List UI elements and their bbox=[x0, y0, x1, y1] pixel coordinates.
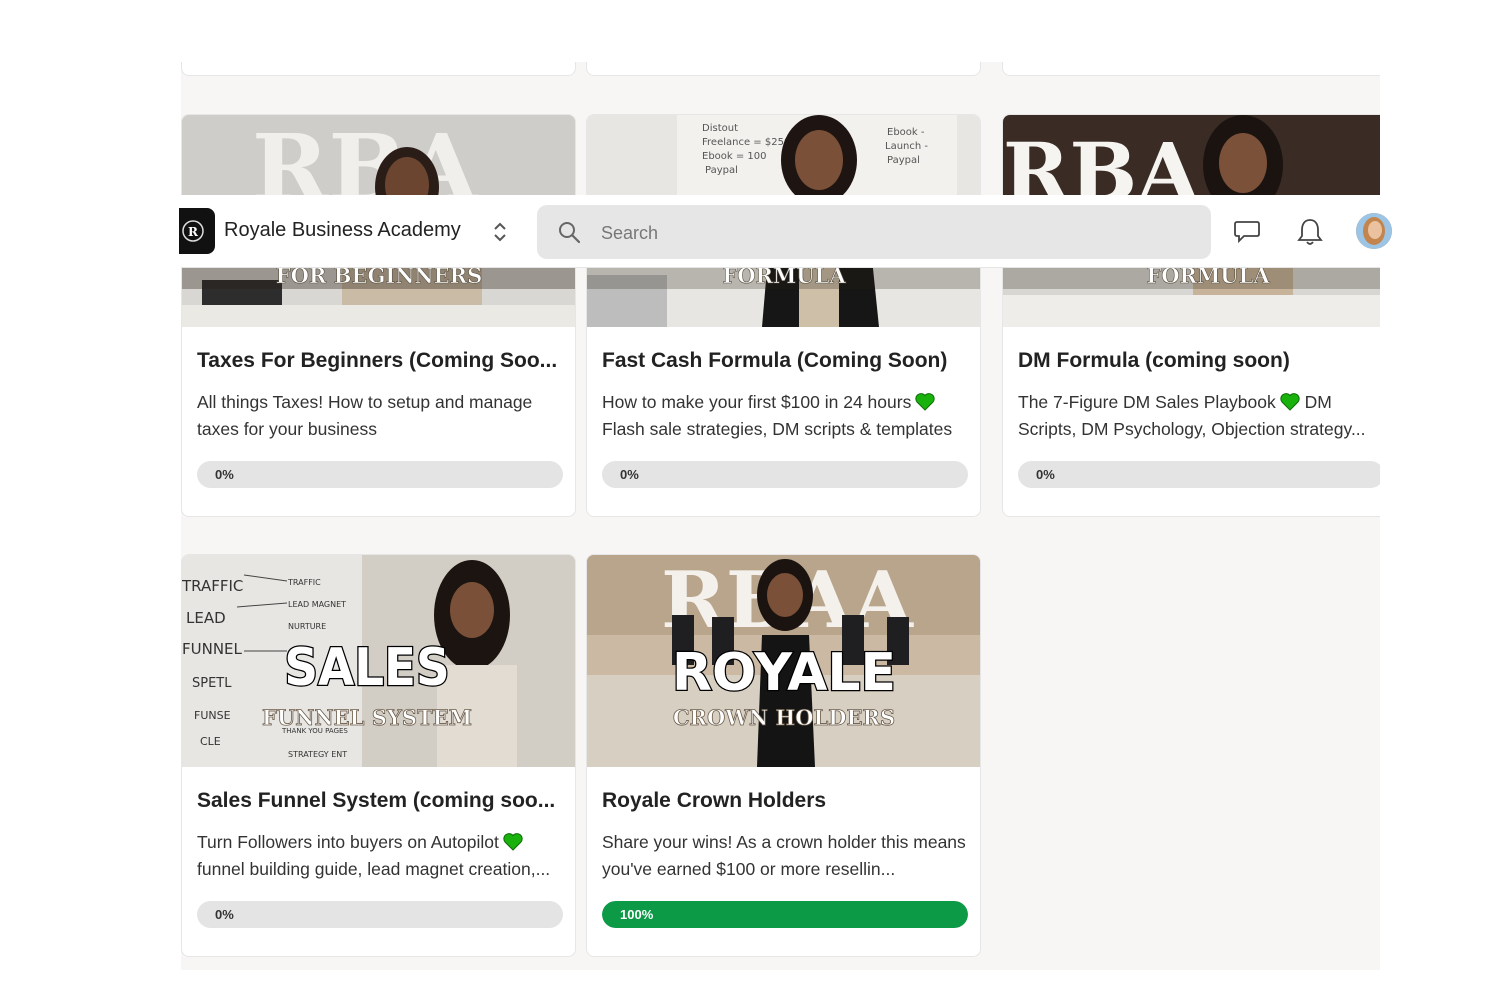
thumb-funnel-line: STRATEGY ENT bbox=[288, 750, 347, 759]
progress-fill bbox=[602, 901, 968, 928]
course-description: Turn Followers into buyers on Autopilot … bbox=[197, 829, 565, 883]
progress-label: 0% bbox=[620, 467, 639, 482]
thumb-funnel-line: NURTURE bbox=[288, 622, 326, 631]
course-title[interactable]: Fast Cash Formula (Coming Soon) bbox=[602, 349, 967, 373]
course-card-taxes[interactable]: RBA FOR BEGINNERS Taxes For Beginners (C… bbox=[181, 114, 576, 517]
course-card-fast-cash[interactable]: Distout Freelance = $250 Ebook = 100 Pay… bbox=[586, 114, 981, 517]
bell-icon[interactable] bbox=[1297, 217, 1323, 252]
progress-label: 100% bbox=[620, 907, 654, 922]
course-card[interactable] bbox=[586, 62, 981, 76]
course-title[interactable]: DM Formula (coming soon) bbox=[1018, 349, 1380, 373]
course-thumbnail[interactable]: TRAFFIC LEAD FUNNEL SPETL FUNSE CLE TRAF… bbox=[182, 555, 575, 767]
progress-label: 0% bbox=[215, 907, 234, 922]
thumb-funnel-line: LEAD MAGNET bbox=[288, 600, 346, 609]
course-card-dm-formula[interactable]: RBA FORMULA DM Formula (coming soon) The… bbox=[1002, 114, 1380, 517]
thumb-funnel-line: FUNNEL bbox=[182, 640, 243, 658]
description-line: Turn Followers into buyers on Autopilot bbox=[197, 832, 499, 852]
thumb-big-text: ROYALE bbox=[672, 643, 896, 703]
search-bar[interactable] bbox=[537, 205, 1211, 259]
thumb-funnel-line: TRAFFIC bbox=[287, 578, 321, 587]
description-line: How to make your first $100 in 24 hours bbox=[602, 392, 912, 412]
green-heart-icon bbox=[1280, 393, 1300, 411]
thumb-board-line: Distout bbox=[702, 123, 738, 134]
thumb-big-text: SALES bbox=[284, 638, 449, 698]
thumb-funnel-line: FUNSE bbox=[194, 709, 231, 722]
course-description: The 7-Figure DM Sales Playbook DM Script… bbox=[1018, 389, 1380, 443]
group-name[interactable]: Royale Business Academy bbox=[224, 219, 461, 242]
thumb-funnel-line: LEAD bbox=[186, 609, 226, 627]
course-progress-bar: 0% bbox=[197, 901, 563, 928]
description-line: funnel building guide, lead magnet creat… bbox=[197, 859, 551, 879]
description-line: Flash sale strategies, DM scripts & temp… bbox=[602, 419, 953, 439]
course-progress-bar: 0% bbox=[197, 461, 563, 488]
search-input[interactable] bbox=[599, 217, 1183, 249]
thumb-funnel-line: CLE bbox=[200, 735, 221, 748]
green-heart-icon bbox=[915, 393, 935, 411]
thumb-funnel-line: SPETL bbox=[192, 676, 232, 691]
course-card[interactable] bbox=[181, 62, 576, 76]
course-card-sales-funnel[interactable]: TRAFFIC LEAD FUNNEL SPETL FUNSE CLE TRAF… bbox=[181, 554, 576, 957]
progress-label: 0% bbox=[215, 467, 234, 482]
group-switcher-chevrons-icon[interactable] bbox=[491, 219, 509, 245]
course-thumbnail[interactable]: RBAA ROYALE CROWN HOLDERS bbox=[587, 555, 980, 767]
course-card-crown-holders[interactable]: RBAA ROYALE CROWN HOLDERS Royale Crown H… bbox=[586, 554, 981, 957]
logo-letter: R bbox=[188, 225, 199, 239]
thumb-board-line: Freelance = $250 bbox=[702, 137, 790, 148]
chat-icon[interactable] bbox=[1233, 217, 1261, 250]
progress-label: 0% bbox=[1036, 467, 1055, 482]
course-description: How to make your first $100 in 24 hours … bbox=[602, 389, 970, 443]
course-title[interactable]: Taxes For Beginners (Coming Soo... bbox=[197, 349, 562, 373]
course-progress-bar: 0% bbox=[602, 461, 968, 488]
thumb-board-line: Paypal bbox=[887, 155, 920, 166]
thumb-board-line: Ebook = 100 bbox=[702, 151, 767, 162]
thumb-funnel-line: TRAFFIC bbox=[182, 577, 243, 595]
green-heart-icon bbox=[503, 833, 523, 851]
course-title[interactable]: Royale Crown Holders bbox=[602, 789, 967, 813]
thumb-banner-text: FUNNEL SYSTEM bbox=[262, 705, 472, 730]
course-description: Share your wins! As a crown holder this … bbox=[602, 832, 966, 879]
course-title[interactable]: Sales Funnel System (coming soo... bbox=[197, 789, 562, 813]
course-progress-bar: 0% bbox=[1018, 461, 1380, 488]
top-navigation-bar: R Royale Business Academy bbox=[179, 195, 1392, 268]
description-line: The 7-Figure DM Sales Playbook bbox=[1018, 392, 1276, 412]
thumb-banner-text: CROWN HOLDERS bbox=[673, 705, 895, 730]
thumb-board-line: Ebook - bbox=[887, 127, 925, 138]
course-description: All things Taxes! How to setup and manag… bbox=[197, 392, 533, 439]
group-logo[interactable]: R bbox=[179, 208, 215, 254]
thumb-board-line: Launch - bbox=[885, 141, 928, 152]
course-card[interactable] bbox=[1002, 62, 1380, 76]
user-avatar[interactable] bbox=[1356, 213, 1392, 249]
course-progress-bar: 100% bbox=[602, 901, 968, 928]
search-icon bbox=[559, 222, 581, 244]
thumb-board-line: Paypal bbox=[705, 165, 738, 176]
